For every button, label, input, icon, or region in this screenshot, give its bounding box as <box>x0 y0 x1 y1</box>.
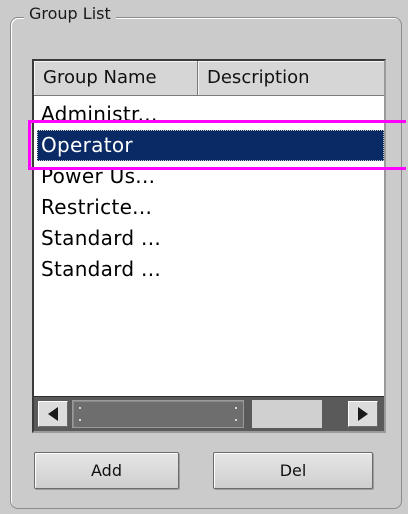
grip-dot <box>235 419 237 421</box>
grip-dot <box>79 419 81 421</box>
delete-button[interactable]: Del <box>213 452 373 489</box>
list-header: Group Name Description <box>34 61 384 96</box>
column-header-description[interactable]: Description <box>198 61 384 95</box>
list-item[interactable]: Power Us... <box>34 161 384 192</box>
list-item-selected[interactable]: Operator <box>37 130 384 161</box>
group-box-title: Group List <box>24 4 116 23</box>
arrow-left-icon <box>48 407 58 421</box>
list-item[interactable]: Restricte... <box>34 192 384 223</box>
list-item[interactable]: Standard ... <box>34 254 384 285</box>
list-item[interactable]: Administr... <box>34 99 384 130</box>
grip-dot <box>235 407 237 409</box>
list-item[interactable]: Standard ... <box>34 223 384 254</box>
horizontal-scrollbar[interactable] <box>34 396 384 431</box>
group-list-panel: Group List Group Name Description Admini… <box>0 0 408 514</box>
arrow-right-icon <box>358 407 368 421</box>
list-rows: Administr... Operator Power Us... Restri… <box>34 99 384 285</box>
scroll-right-button[interactable] <box>348 401 378 427</box>
grip-dot <box>79 407 81 409</box>
column-header-group-name[interactable]: Group Name <box>34 61 198 95</box>
list-item-label: Operator <box>41 133 133 157</box>
add-button[interactable]: Add <box>34 452 179 489</box>
scrollbar-track[interactable] <box>252 400 322 428</box>
group-list-view[interactable]: Group Name Description Administr... Oper… <box>32 59 386 433</box>
scrollbar-thumb[interactable] <box>72 400 244 428</box>
scroll-left-button[interactable] <box>38 401 68 427</box>
